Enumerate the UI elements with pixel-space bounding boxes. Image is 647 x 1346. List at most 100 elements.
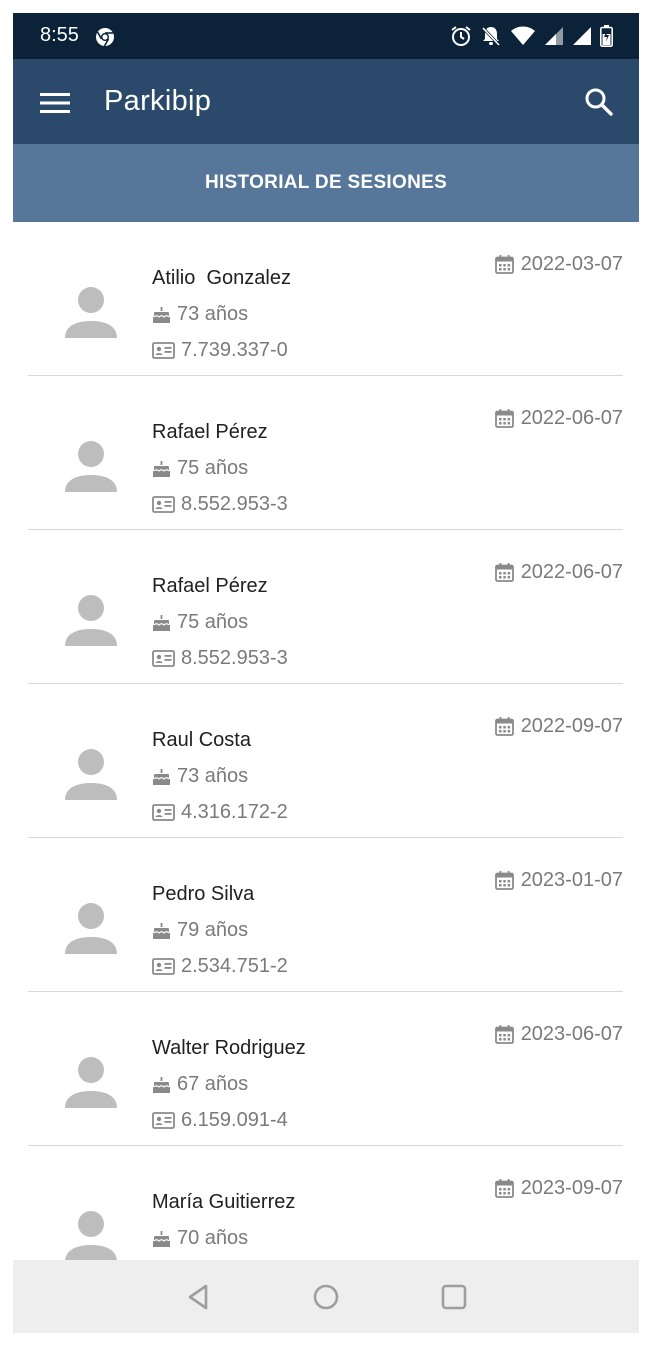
age-row: 75 años — [152, 457, 248, 480]
status-time: 8:55 — [40, 24, 79, 46]
session-date: 2022-09-07 — [520, 715, 623, 737]
calendar-icon — [494, 1025, 514, 1044]
session-date: 2023-01-07 — [520, 869, 623, 891]
cake-icon — [153, 307, 170, 323]
date-row: 2022-03-07 — [494, 253, 623, 276]
session-date: 2022-06-07 — [520, 561, 623, 583]
cake-icon — [153, 615, 170, 631]
person-name: Raul Costa — [152, 729, 251, 751]
person-name: Rafael Pérez — [152, 421, 268, 443]
session-item[interactable]: Pedro Silva 79 años 2.534.751-2 2023-01-… — [28, 838, 623, 992]
navigation-bar — [13, 1260, 639, 1333]
session-item[interactable]: Raul Costa 73 años 4.316.172-2 2022-09-0… — [28, 684, 623, 838]
status-icons — [450, 24, 613, 48]
home-icon[interactable] — [311, 1282, 341, 1312]
alarm-icon — [451, 26, 471, 46]
document-number: 4.316.172-2 — [181, 801, 288, 823]
person-icon — [65, 287, 117, 338]
battery-icon — [600, 25, 613, 47]
person-icon — [65, 1057, 117, 1108]
age-text: 75 años — [177, 457, 249, 479]
document-row: 8.552.953-3 — [152, 493, 288, 516]
session-item[interactable]: María Guitierrez 70 años 2023-09-07 — [28, 1146, 623, 1260]
id-card-icon — [152, 650, 175, 667]
age-row: 73 años — [152, 765, 248, 788]
phone-screen: 8:55 Parkibip HISTORIAL DE SESIONES Atil… — [13, 13, 639, 1333]
date-row: 2022-09-07 — [494, 715, 623, 738]
person-name: Walter Rodriguez — [152, 1037, 306, 1059]
age-row: 73 años — [152, 303, 248, 326]
document-number: 7.739.337-0 — [181, 339, 288, 361]
session-item[interactable]: Walter Rodriguez 67 años 6.159.091-4 202… — [28, 992, 623, 1146]
person-name: Rafael Pérez — [152, 575, 268, 597]
document-row: 2.534.751-2 — [152, 955, 288, 978]
document-number: 8.552.953-3 — [181, 493, 288, 515]
person-name: María Guitierrez — [152, 1191, 296, 1213]
search-icon[interactable] — [583, 86, 615, 118]
date-row: 2023-09-07 — [494, 1177, 623, 1200]
person-icon — [65, 1211, 117, 1260]
cake-icon — [153, 769, 170, 785]
document-number: 8.552.953-3 — [181, 647, 288, 669]
tab-historial[interactable]: HISTORIAL DE SESIONES — [13, 144, 639, 222]
recents-icon[interactable] — [439, 1282, 469, 1312]
age-text: 73 años — [177, 303, 249, 325]
date-row: 2022-06-07 — [494, 407, 623, 430]
wifi-icon — [511, 26, 535, 45]
document-row: 7.739.337-0 — [152, 339, 288, 362]
sessions-list[interactable]: Atilio Gonzalez 73 años 7.739.337-0 2022… — [13, 222, 639, 1260]
id-card-icon — [152, 496, 175, 513]
cake-icon — [153, 923, 170, 939]
calendar-icon — [494, 255, 514, 274]
person-icon — [65, 441, 117, 492]
person-icon — [65, 903, 117, 954]
app-title: Parkibip — [104, 85, 212, 117]
session-date: 2022-03-07 — [520, 253, 623, 275]
id-card-icon — [152, 958, 175, 975]
date-row: 2023-06-07 — [494, 1023, 623, 1046]
id-card-icon — [152, 1112, 175, 1129]
document-number: 2.534.751-2 — [181, 955, 288, 977]
age-text: 67 años — [177, 1073, 249, 1095]
cake-icon — [153, 1231, 170, 1247]
age-row: 75 años — [152, 611, 248, 634]
id-card-icon — [152, 342, 175, 359]
signal-icon — [573, 27, 591, 45]
person-icon — [65, 595, 117, 646]
date-row: 2023-01-07 — [494, 869, 623, 892]
calendar-icon — [494, 563, 514, 582]
document-row: 8.552.953-3 — [152, 647, 288, 670]
document-row: 4.316.172-2 — [152, 801, 288, 824]
person-name: Atilio Gonzalez — [152, 267, 291, 289]
person-icon — [65, 749, 117, 800]
age-row: 70 años — [152, 1227, 248, 1250]
calendar-icon — [494, 717, 514, 736]
age-row: 79 años — [152, 919, 248, 942]
session-date: 2023-06-07 — [520, 1023, 623, 1045]
calendar-icon — [494, 871, 514, 890]
cake-icon — [153, 461, 170, 477]
document-row: 6.159.091-4 — [152, 1109, 288, 1132]
chrome-icon — [96, 28, 114, 47]
status-bar: 8:55 — [13, 13, 639, 59]
id-card-icon — [152, 804, 175, 821]
cake-icon — [153, 1077, 170, 1093]
notifications-off-icon — [481, 26, 501, 47]
session-item[interactable]: Rafael Pérez 75 años 8.552.953-3 2022-06… — [28, 530, 623, 684]
back-icon[interactable] — [184, 1282, 214, 1312]
calendar-icon — [494, 1179, 514, 1198]
session-date: 2023-09-07 — [520, 1177, 623, 1199]
app-bar: Parkibip — [13, 59, 639, 157]
age-text: 75 años — [177, 611, 249, 633]
age-text: 70 años — [177, 1227, 249, 1249]
age-text: 73 años — [177, 765, 249, 787]
age-text: 79 años — [177, 919, 249, 941]
session-date: 2022-06-07 — [520, 407, 623, 429]
signal-icon — [545, 27, 563, 45]
calendar-icon — [494, 409, 514, 428]
person-name: Pedro Silva — [152, 883, 255, 905]
session-item[interactable]: Rafael Pérez 75 años 8.552.953-3 2022-06… — [28, 376, 623, 530]
session-item[interactable]: Atilio Gonzalez 73 años 7.739.337-0 2022… — [28, 222, 623, 376]
age-row: 67 años — [152, 1073, 248, 1096]
menu-icon[interactable] — [40, 90, 70, 116]
